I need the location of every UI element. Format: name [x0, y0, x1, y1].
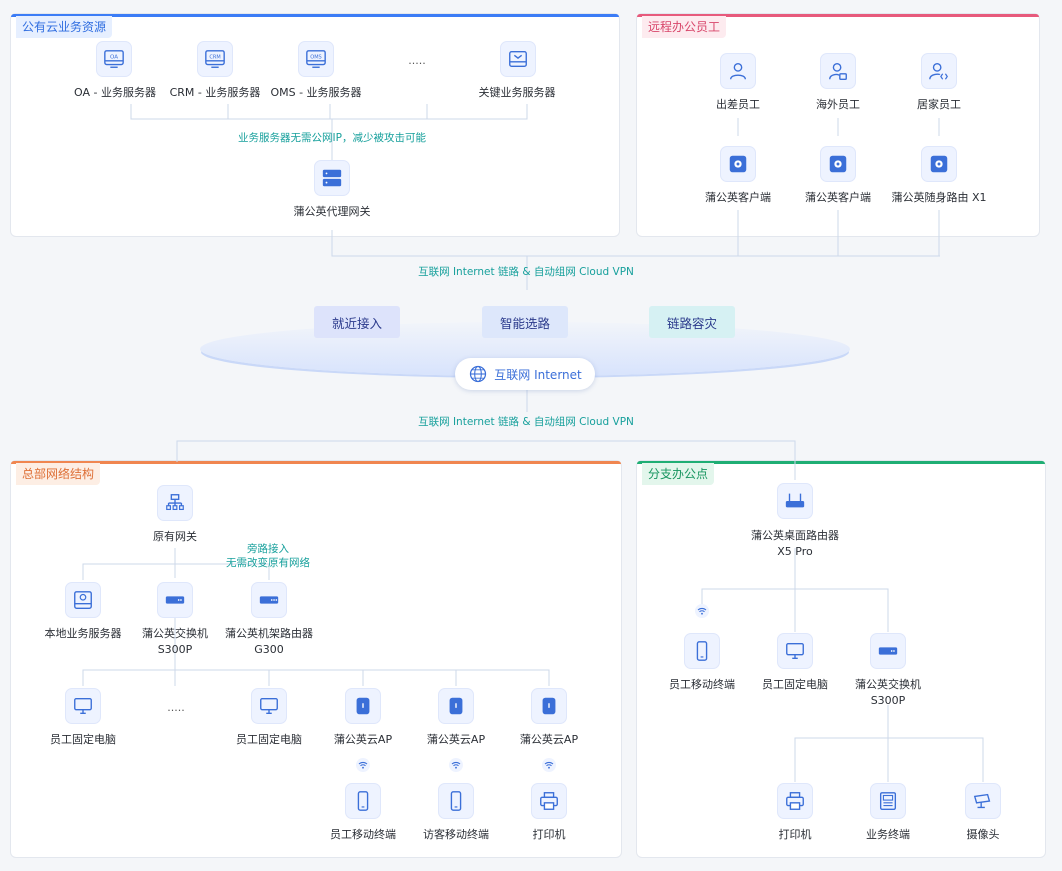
link-caption-bottom: 互联网 Internet 链路 & 自动组网 Cloud VPN — [418, 416, 634, 428]
gateway-icon — [157, 485, 193, 521]
camera-icon — [965, 783, 1001, 819]
desktop-router-icon — [777, 483, 813, 519]
internet-label: 互联网 Internet — [494, 367, 582, 382]
server-label-oms: OMS - 业务服务器 — [270, 86, 362, 99]
proxy-gateway-label: 蒲公英代理网关 — [293, 205, 371, 218]
user-home-icon — [921, 53, 957, 89]
wifi-icon — [356, 758, 370, 772]
hq-mobile-label-visitor: 访客移动终端 — [423, 828, 489, 841]
branch-desktop-label: 员工固定电脑 — [762, 678, 828, 691]
cloud-ap-icon — [531, 688, 567, 724]
printer-icon — [531, 783, 567, 819]
panel-title-remote: 远程办公员工 — [642, 16, 727, 38]
user-travel-icon — [720, 53, 756, 89]
local-server-icon — [65, 582, 101, 618]
pgy-x1-router-icon — [921, 146, 957, 182]
proxy-gateway-icon — [314, 160, 350, 196]
branch-terminal-label: 业务终端 — [866, 828, 910, 841]
hq-mobile-label-staff: 员工移动终端 — [330, 828, 396, 841]
rack-router-label-line1: 蒲公英机架路由器 — [225, 627, 313, 640]
hq-ap-label-1: 蒲公英云AP — [333, 733, 393, 746]
crm-server-icon: CRM — [197, 41, 233, 77]
bypass-note-line1: 旁路接入 — [247, 543, 289, 555]
globe-icon — [470, 365, 487, 383]
switch-icon — [870, 633, 906, 669]
branch-switch-label-line2: S300P — [870, 694, 906, 707]
pgy-client-icon — [720, 146, 756, 182]
switch-icon — [157, 582, 193, 618]
link-caption-top: 互联网 Internet 链路 & 自动组网 Cloud VPN — [418, 266, 634, 278]
hq-switch-label-line1: 蒲公英交换机 — [142, 627, 208, 640]
hq-desktop-label-1: 员工固定电脑 — [50, 733, 116, 746]
server-label-oa: OA - 业务服务器 — [74, 86, 156, 99]
remote-client-label-2: 蒲公英客户端 — [805, 191, 871, 204]
feature-nearby-access: 就近接入 — [314, 306, 400, 338]
cloud-security-note: 业务服务器无需公网IP，减少被攻击可能 — [238, 132, 426, 144]
desktop-icon — [251, 688, 287, 724]
branch-camera-label: 摄像头 — [966, 828, 1000, 841]
local-server-label: 本地业务服务器 — [44, 627, 122, 640]
cloud-ap-icon — [345, 688, 381, 724]
oa-server-icon: OA — [96, 41, 132, 77]
server-label-key: 关键业务服务器 — [478, 86, 556, 99]
mobile-icon — [684, 633, 720, 669]
svg-text:CRM: CRM — [209, 55, 220, 61]
hq-ap-label-2: 蒲公英云AP — [426, 733, 486, 746]
wifi-icon — [449, 758, 463, 772]
remote-user-label-travel: 出差员工 — [716, 98, 760, 111]
branch-router-label-line2: X5 Pro — [777, 545, 813, 558]
gateway-label: 原有网关 — [153, 530, 197, 543]
hq-switch-label-line2: S300P — [157, 643, 193, 656]
desktop-icon — [777, 633, 813, 669]
remote-client-label-1: 蒲公英客户端 — [705, 191, 771, 204]
branch-printer-label: 打印机 — [778, 828, 812, 841]
svg-text:OMS: OMS — [310, 55, 322, 61]
panel-title-branch: 分支办公点 — [642, 463, 715, 485]
panel-title-hq: 总部网络结构 — [16, 463, 101, 485]
business-terminal-icon — [870, 783, 906, 819]
desktop-icon — [65, 688, 101, 724]
server-label-crm: CRM - 业务服务器 — [169, 86, 261, 99]
svg-text:OA: OA — [110, 55, 118, 61]
cloud-ap-icon — [438, 688, 474, 724]
mobile-icon — [438, 783, 474, 819]
remote-user-label-home: 居家员工 — [917, 98, 961, 111]
server-ellipsis: ..... — [408, 54, 426, 67]
oms-server-icon: OMS — [298, 41, 334, 77]
hq-ap-label-3: 蒲公英云AP — [519, 733, 579, 746]
remote-user-label-overseas: 海外员工 — [816, 98, 860, 111]
pgy-client-icon — [820, 146, 856, 182]
branch-switch-label-line1: 蒲公英交换机 — [855, 678, 921, 691]
mobile-icon — [345, 783, 381, 819]
user-overseas-icon — [820, 53, 856, 89]
branch-mobile-label: 员工移动终端 — [669, 678, 735, 691]
branch-router-label-line1: 蒲公英桌面路由器 — [751, 529, 839, 542]
panel-accent-bar — [11, 461, 621, 464]
printer-icon — [777, 783, 813, 819]
internet-badge: 互联网 Internet — [455, 358, 595, 390]
panel-title-cloud: 公有云业务资源 — [16, 16, 113, 38]
key-server-icon — [500, 41, 536, 77]
hq-printer-label: 打印机 — [532, 828, 566, 841]
hq-ellipsis: ..... — [167, 701, 185, 714]
wifi-icon — [695, 604, 709, 618]
bypass-note-line2: 无需改变原有网络 — [226, 557, 310, 569]
wifi-icon — [542, 758, 556, 772]
rack-router-icon — [251, 582, 287, 618]
hq-desktop-label-2: 员工固定电脑 — [236, 733, 302, 746]
remote-client-label-x1: 蒲公英随身路由 X1 — [891, 191, 987, 204]
feature-smart-routing: 智能选路 — [482, 306, 568, 338]
rack-router-label-line2: G300 — [254, 643, 284, 656]
feature-link-failover: 链路容灾 — [649, 306, 735, 338]
